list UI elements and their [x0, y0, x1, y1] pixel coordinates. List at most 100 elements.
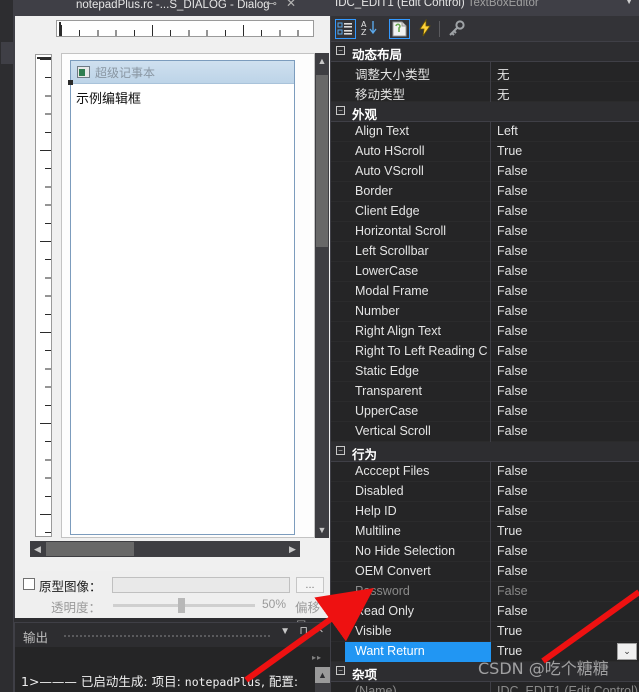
property-row[interactable]: Password False — [331, 582, 639, 602]
property-category[interactable]: − 行为 — [331, 442, 639, 462]
designer-horizontal-scrollbar[interactable]: ◀ ▶ — [30, 541, 300, 557]
property-value[interactable]: False — [497, 344, 528, 358]
property-value[interactable]: False — [497, 564, 528, 578]
property-name-cell[interactable]: Horizontal Scroll — [345, 222, 491, 242]
property-row[interactable]: Client Edge False — [331, 202, 639, 222]
property-name-cell[interactable]: Auto HScroll — [345, 142, 491, 162]
property-value[interactable]: False — [497, 224, 528, 238]
browse-button[interactable]: ... — [296, 577, 324, 593]
property-name-cell[interactable]: OEM Convert — [345, 562, 491, 582]
dialog-surface[interactable]: 超级记事本 示例编辑框 — [61, 53, 315, 538]
property-value[interactable]: False — [497, 304, 528, 318]
chevron-down-icon[interactable]: ⌄ — [617, 643, 637, 660]
property-value[interactable]: False — [497, 324, 528, 338]
output-scroll-up-icon[interactable]: ▲ — [315, 667, 330, 683]
dialog-preview[interactable]: 超级记事本 示例编辑框 — [68, 60, 295, 535]
property-row[interactable]: Horizontal Scroll False — [331, 222, 639, 242]
property-row[interactable]: Disabled False — [331, 482, 639, 502]
property-row[interactable]: Number False — [331, 302, 639, 322]
prototype-image-checkbox[interactable] — [23, 578, 35, 590]
property-row[interactable]: UpperCase False — [331, 402, 639, 422]
property-row[interactable]: Right To Left Reading C False — [331, 342, 639, 362]
property-name-cell[interactable]: Read Only — [345, 602, 491, 622]
property-row[interactable]: Multiline True — [331, 522, 639, 542]
property-row[interactable]: 调整大小类型 无 — [331, 62, 639, 82]
property-row[interactable]: Visible True — [331, 622, 639, 642]
property-value[interactable]: False — [497, 464, 528, 478]
property-row[interactable]: 移动类型 无 — [331, 82, 639, 102]
property-name-cell[interactable]: No Hide Selection — [345, 542, 491, 562]
property-value[interactable]: True — [497, 524, 522, 538]
pin-icon[interactable]: ⊷ — [266, 0, 277, 11]
property-name-cell[interactable]: Align Text — [345, 122, 491, 142]
property-name-cell[interactable]: 移动类型 — [345, 82, 491, 102]
property-value[interactable]: False — [497, 284, 528, 298]
property-row[interactable]: Help ID False — [331, 502, 639, 522]
property-row[interactable]: Auto VScroll False — [331, 162, 639, 182]
property-value[interactable]: False — [497, 364, 528, 378]
property-category[interactable]: − 动态布局 — [331, 42, 639, 62]
prototype-image-path-input[interactable] — [112, 577, 290, 593]
collapse-icon[interactable]: − — [336, 106, 345, 115]
property-row[interactable]: (Name) IDC_EDIT1 (Edit Control) — [331, 682, 639, 692]
collapse-icon[interactable]: − — [336, 666, 345, 675]
property-row[interactable]: Border False — [331, 182, 639, 202]
property-name-cell[interactable]: Acccept Files — [345, 462, 491, 482]
property-name-cell[interactable]: Auto VScroll — [345, 162, 491, 182]
vertical-scroll-thumb[interactable] — [316, 75, 328, 247]
property-category[interactable]: − 外观 — [331, 102, 639, 122]
property-name-cell[interactable]: Right Align Text — [345, 322, 491, 342]
scroll-right-icon[interactable]: ▶ — [285, 541, 300, 557]
property-value[interactable]: False — [497, 424, 528, 438]
properties-page-button[interactable] — [389, 19, 410, 39]
property-row[interactable]: Transparent False — [331, 382, 639, 402]
chevron-down-icon[interactable]: ▼ — [624, 0, 634, 7]
property-value[interactable]: False — [497, 604, 528, 618]
collapse-icon[interactable]: − — [336, 446, 345, 455]
designer-vertical-scrollbar[interactable]: ▲ ▼ — [315, 53, 329, 538]
property-value[interactable]: True — [497, 144, 522, 158]
property-value[interactable]: False — [497, 544, 528, 558]
property-value[interactable]: False — [497, 504, 528, 518]
property-name-cell[interactable]: Modal Frame — [345, 282, 491, 302]
horizontal-scroll-thumb[interactable] — [46, 542, 134, 556]
scroll-left-icon[interactable]: ◀ — [30, 541, 45, 557]
property-value[interactable]: True — [497, 644, 522, 658]
property-value[interactable]: False — [497, 204, 528, 218]
property-row[interactable]: Vertical Scroll False — [331, 422, 639, 442]
property-name-cell[interactable]: Password — [345, 582, 491, 602]
property-value[interactable]: False — [497, 264, 528, 278]
output-scrollbar[interactable]: ▲ — [315, 667, 330, 692]
property-value[interactable]: False — [497, 584, 528, 598]
property-name-cell[interactable]: Right To Left Reading C — [345, 342, 491, 362]
property-name-cell[interactable]: Vertical Scroll — [345, 422, 491, 442]
property-row[interactable]: Left Scrollbar False — [331, 242, 639, 262]
categorized-view-button[interactable] — [335, 19, 356, 39]
property-name-cell[interactable]: Visible — [345, 622, 491, 642]
scroll-up-icon[interactable]: ▲ — [315, 53, 329, 69]
property-value[interactable]: False — [497, 244, 528, 258]
output-resize-grip[interactable]: ▸▸ — [312, 653, 322, 662]
property-name-cell[interactable]: Left Scrollbar — [345, 242, 491, 262]
property-value[interactable]: False — [497, 484, 528, 498]
document-tab[interactable]: notepadPlus.rc -...S_DIALOG - Dialog ⊷ ✕ — [14, 0, 330, 16]
selection-handle[interactable] — [68, 80, 73, 85]
property-row[interactable]: Align Text Left — [331, 122, 639, 142]
property-value[interactable]: False — [497, 404, 528, 418]
property-value[interactable]: True — [497, 624, 522, 638]
property-name-cell[interactable]: (Name) — [345, 682, 491, 692]
property-row[interactable]: Read Only False — [331, 602, 639, 622]
property-row[interactable]: Right Align Text False — [331, 322, 639, 342]
property-name-cell[interactable]: Border — [345, 182, 491, 202]
property-row[interactable]: Static Edge False — [331, 362, 639, 382]
property-name-cell[interactable]: Want Return — [345, 642, 491, 662]
property-row[interactable]: LowerCase False — [331, 262, 639, 282]
property-value[interactable]: False — [497, 164, 528, 178]
chevron-down-icon[interactable]: ▼ — [280, 626, 290, 637]
property-row[interactable]: Modal Frame False — [331, 282, 639, 302]
property-name-cell[interactable]: Transparent — [345, 382, 491, 402]
scroll-down-icon[interactable]: ▼ — [315, 522, 329, 538]
property-name-cell[interactable]: UpperCase — [345, 402, 491, 422]
property-value[interactable]: False — [497, 384, 528, 398]
property-name-cell[interactable]: Disabled — [345, 482, 491, 502]
